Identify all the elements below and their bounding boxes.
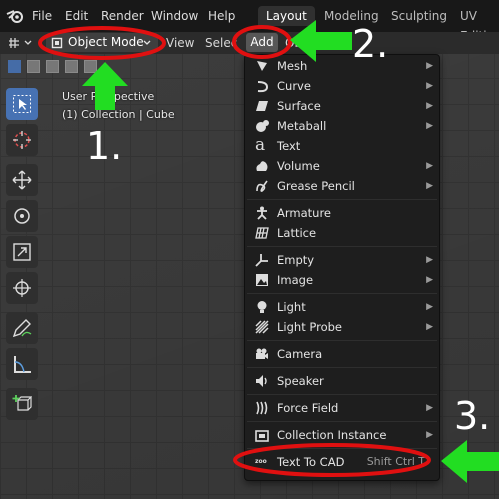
arrow-left-icon — [441, 440, 499, 483]
step-number-1: 1. — [86, 124, 123, 168]
highlight-ellipse-add — [232, 25, 292, 59]
step-number-3: 3. — [454, 394, 491, 438]
highlight-ellipse-text-to-cad — [233, 443, 431, 477]
arrow-left-icon — [290, 20, 352, 62]
arrow-up-icon — [82, 62, 128, 110]
annotation-overlay — [38, 20, 499, 483]
step-number-2: 2. — [352, 22, 389, 66]
highlight-ellipse-mode — [38, 26, 166, 60]
